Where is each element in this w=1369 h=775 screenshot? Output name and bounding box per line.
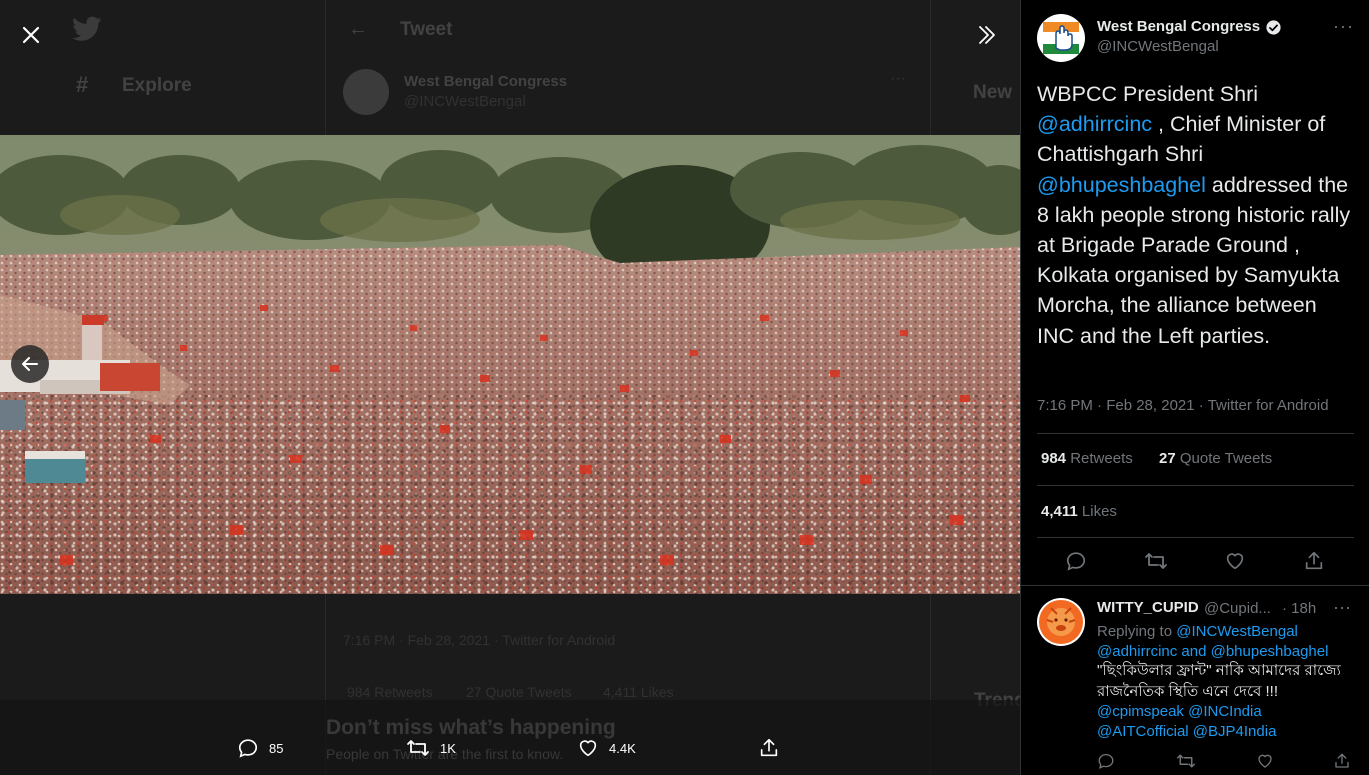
retweet-count: 1K (440, 740, 456, 756)
bg-retweets: 984 Retweets (347, 684, 433, 700)
lion-avatar-icon (1039, 600, 1083, 644)
tweet-text-part: WBPCC President Shri (1037, 82, 1259, 106)
verified-icon (1266, 20, 1281, 35)
quote-tweets-stat[interactable]: 27 Quote Tweets (1159, 450, 1272, 467)
share-icon[interactable] (1333, 752, 1351, 770)
reply-avatar[interactable] (1037, 598, 1085, 646)
viewer-action-bar: Don’t miss what’s happening People on Tw… (0, 700, 1020, 775)
bg-more-icon: ··· (890, 70, 906, 87)
close-button[interactable] (12, 16, 50, 54)
mention-link[interactable]: @bhupeshbaghel (1037, 173, 1206, 197)
replying-to: Replying to @INCWestBengal @adhirrcinc an… (1097, 622, 1362, 662)
divider (1037, 537, 1354, 538)
retweets-label: Retweets (1070, 450, 1133, 467)
arrow-left-icon (22, 357, 38, 371)
bg-back-icon: ← (348, 18, 368, 40)
mention-link[interactable]: @cpimspeak @INCIndia (1097, 703, 1262, 720)
divider (1021, 585, 1369, 586)
bg-avatar (343, 69, 389, 115)
reply-author-handle[interactable]: @Cupid... (1204, 600, 1271, 617)
quotes-number: 27 (1159, 450, 1176, 467)
reply-icon[interactable] (1097, 752, 1115, 770)
mention-link[interactable]: @adhirrcinc (1037, 112, 1152, 136)
bg-header-title: Tweet (400, 19, 453, 40)
tweet-text: WBPCC President Shri @adhirrcinc , Chief… (1037, 79, 1357, 351)
tweet-timestamp[interactable]: 7:16 PM · Feb 28, 2021 · Twitter for And… (1037, 397, 1329, 414)
previous-button[interactable] (11, 345, 49, 383)
like-icon (579, 740, 597, 757)
expand-icon (979, 26, 995, 44)
retweet-action[interactable]: 1K (406, 737, 456, 759)
bg-new-label: New (973, 82, 1013, 103)
reply-icon[interactable] (1065, 550, 1087, 572)
like-action[interactable]: 4.4K (577, 737, 636, 759)
author-handle[interactable]: @INCWestBengal (1097, 38, 1219, 55)
reply-action[interactable]: 85 (237, 737, 283, 759)
mention-link[interactable]: @AITCofficial @BJP4India (1097, 723, 1276, 740)
retweet-icon[interactable] (1176, 752, 1196, 770)
like-icon[interactable] (1256, 752, 1274, 770)
replying-label: Replying to (1097, 623, 1177, 640)
likes-stat[interactable]: 4,411 Likes (1041, 503, 1117, 520)
retweets-number: 984 (1041, 450, 1067, 467)
divider (1037, 433, 1354, 434)
more-icon[interactable]: ··· (1333, 16, 1354, 37)
bg-author-handle: @INCWestBengal (404, 93, 526, 110)
twitter-logo-icon (72, 16, 102, 41)
bg-author-name: West Bengal Congress (404, 73, 568, 90)
reply-count: 85 (269, 740, 284, 756)
bg-meta: 7:16 PM · Feb 28, 2021 · Twitter for And… (343, 632, 616, 648)
retweet-icon (407, 740, 429, 756)
quotes-label: Quote Tweets (1179, 450, 1273, 467)
divider (1037, 485, 1354, 486)
retweet-icon[interactable] (1144, 550, 1168, 572)
reply-text: "ছিংকিউলার ফ্রান্ট" নাকি আমাদের রাজ্যে র… (1097, 662, 1341, 700)
congress-logo-icon (1043, 22, 1079, 54)
bg-hash-icon: # (76, 72, 89, 97)
tweet-detail-panel: West Bengal Congress @INCWestBengal ··· … (1020, 0, 1369, 775)
bg-likes: 4,411 Likes (603, 684, 674, 700)
author-name[interactable]: West Bengal Congress (1097, 18, 1260, 35)
tweet-text-part: addressed the 8 lakh people strong histo… (1037, 172, 1351, 348)
share-icon[interactable] (1303, 550, 1325, 572)
crowd-photo-image (0, 135, 1020, 594)
media-viewer: # Explore ← Tweet West Bengal Congress @… (0, 0, 1020, 775)
reply-icon (238, 739, 258, 758)
reply-author-name[interactable]: WITTY_CUPID (1097, 599, 1199, 616)
mention-link[interactable]: @INCWestBengal (1176, 623, 1298, 640)
like-count: 4.4K (609, 740, 636, 756)
bg-explore-label: Explore (122, 75, 192, 96)
share-action[interactable] (758, 737, 780, 759)
share-icon (760, 738, 778, 757)
reply-time[interactable]: · 18h (1282, 600, 1316, 617)
like-icon[interactable] (1224, 550, 1246, 572)
bg-banner-title: Don’t miss what’s happening (326, 716, 616, 739)
mention-link[interactable]: @adhirrcinc and @bhupeshbaghel (1097, 643, 1328, 660)
reply-mentions: @cpimspeak @INCIndia @AITCofficial @BJP4I… (1097, 702, 1362, 742)
expand-panel-button[interactable] (968, 16, 1006, 54)
retweets-stat[interactable]: 984 Retweets (1041, 450, 1133, 467)
bg-quotes: 27 Quote Tweets (466, 684, 572, 700)
likes-number: 4,411 (1041, 503, 1078, 520)
tweet-photo[interactable] (0, 135, 1020, 594)
more-icon[interactable]: ··· (1333, 597, 1351, 618)
author-avatar[interactable] (1037, 14, 1085, 62)
close-icon (22, 26, 40, 44)
likes-label: Likes (1081, 503, 1117, 520)
